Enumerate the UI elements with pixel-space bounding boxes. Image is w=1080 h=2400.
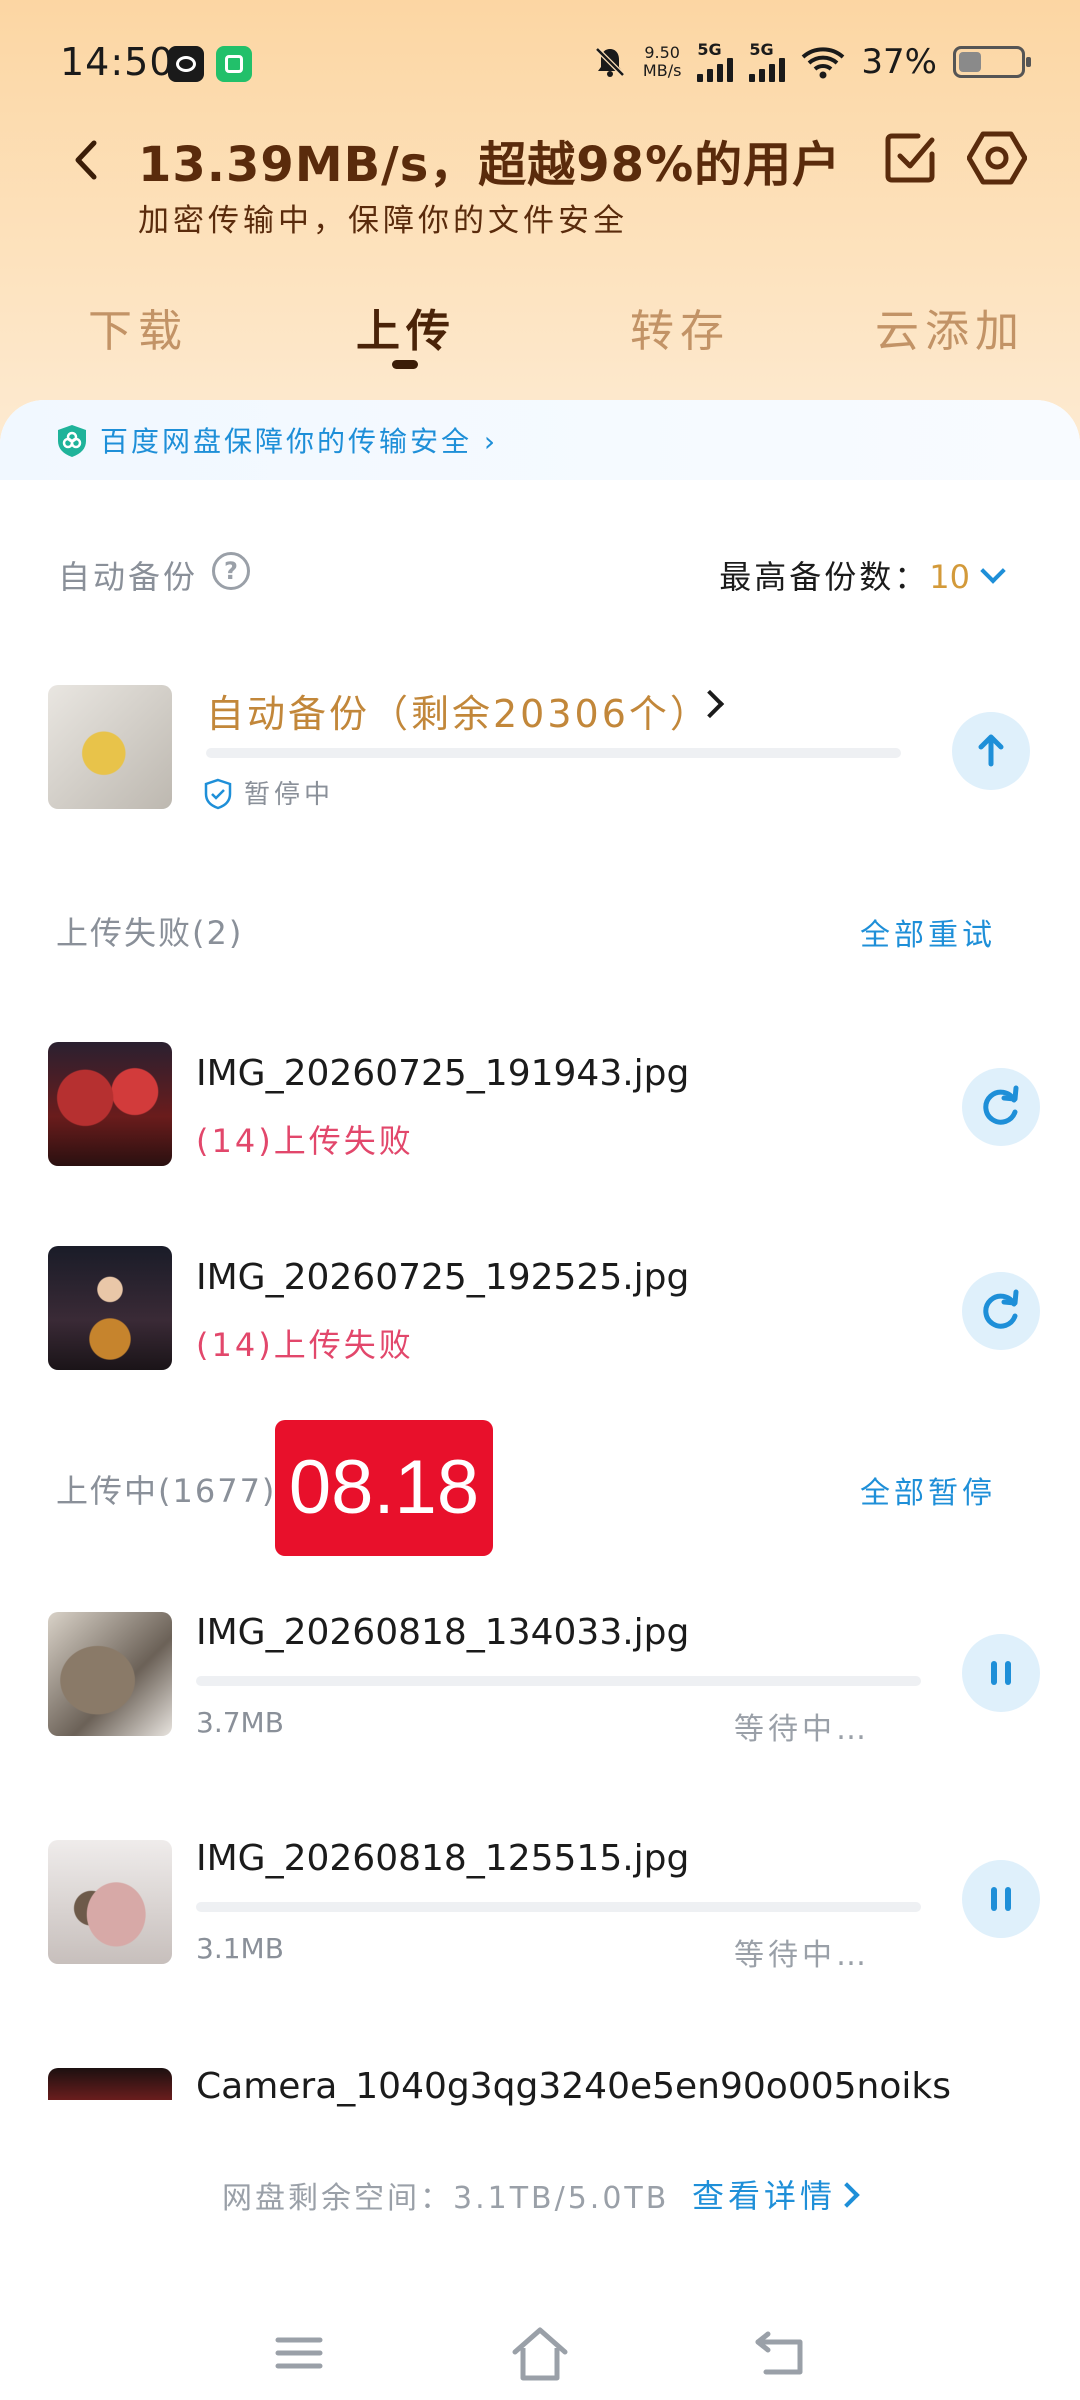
- pause-icon: [991, 1887, 1011, 1911]
- wifi-icon: [802, 47, 845, 79]
- auto-backup-progress: [206, 748, 901, 758]
- upload-failed-status: (14)上传失败: [196, 1122, 414, 1160]
- tab-upload[interactable]: 上传: [356, 295, 456, 359]
- menu-icon[interactable]: [264, 2318, 334, 2388]
- system-navigation-bar: [0, 2300, 1080, 2400]
- file-thumbnail: [48, 2068, 172, 2100]
- retry-icon: [983, 1289, 1019, 1329]
- app-notification-icon-2: [216, 46, 252, 82]
- security-shield-icon: [58, 425, 86, 457]
- battery-icon: [953, 46, 1031, 78]
- tab-download[interactable]: 下载: [88, 295, 188, 359]
- sim2-label: 5G: [749, 40, 774, 59]
- chevron-right-icon: ›: [483, 425, 499, 458]
- file-name: IMG_20260818_125515.jpg: [196, 1838, 690, 1879]
- signal-bars-icon: [749, 58, 786, 82]
- back-arrow-icon[interactable]: [70, 135, 100, 185]
- auto-backup-thumbnail: [48, 685, 172, 809]
- file-upload-progress: [196, 1676, 921, 1686]
- uploading-section-label: 上传中(1677): [56, 1472, 277, 1510]
- chevron-down-icon: [980, 558, 1006, 584]
- transfer-tabs: 下载 上传 转存 云添加: [0, 285, 1080, 385]
- pause-button[interactable]: [962, 1860, 1040, 1938]
- failed-section-label: 上传失败(2): [56, 914, 244, 952]
- pause-icon: [991, 1661, 1011, 1685]
- settings-gear-icon[interactable]: [967, 128, 1027, 188]
- home-icon[interactable]: [505, 2318, 575, 2388]
- battery-level-fill: [959, 52, 981, 72]
- network-speed: 9.50 MB/s: [643, 44, 682, 80]
- security-banner-label: 百度网盘保障你的传输安全: [100, 425, 473, 458]
- retry-all-button[interactable]: 全部重试: [860, 910, 996, 954]
- auto-backup-status: 暂停中: [244, 780, 335, 810]
- mute-bell-icon: [595, 47, 625, 77]
- help-question-icon[interactable]: ?: [212, 552, 250, 590]
- file-thumbnail: [48, 1246, 172, 1370]
- signal-bars-icon: [697, 58, 734, 82]
- file-size: 3.1MB: [196, 1932, 284, 1965]
- waiting-status: 等待中…: [734, 1938, 870, 1973]
- file-upload-progress: [196, 1902, 921, 1912]
- max-backup-label: 最高备份数：: [719, 558, 930, 596]
- retry-button[interactable]: [962, 1272, 1040, 1350]
- back-return-icon[interactable]: [746, 2318, 816, 2388]
- upload-arrow-button[interactable]: [952, 712, 1030, 790]
- file-name: Camera_1040g3qg3240e5en90o005noiks: [196, 2066, 951, 2107]
- sim1-label: 5G: [697, 40, 722, 59]
- file-name: IMG_20260818_134033.jpg: [196, 1612, 690, 1653]
- file-thumbnail: [48, 1840, 172, 1964]
- signal-sim1: 5G: [697, 40, 734, 82]
- shield-check-icon: [204, 778, 232, 810]
- status-indicators: 9.50 MB/s 5G 5G 37%: [593, 40, 1031, 84]
- file-size: 3.7MB: [196, 1706, 284, 1739]
- remaining-storage: 网盘剩余空间：3.1TB/5.0TB: [222, 2181, 670, 2216]
- view-details-link[interactable]: 查看详情: [692, 2171, 836, 2217]
- auto-backup-section-label: 自动备份: [58, 558, 199, 596]
- signal-sim2: 5G: [749, 40, 786, 82]
- network-speed-value: 9.50: [644, 43, 680, 62]
- multi-select-check-icon[interactable]: [880, 128, 940, 188]
- upload-arrow-icon: [978, 734, 1004, 767]
- status-time: 14:50: [60, 40, 175, 84]
- retry-icon: [983, 1085, 1019, 1125]
- status-bar: 14:50 9.50 MB/s 5G 5G 37%: [0, 0, 1080, 130]
- security-banner-text[interactable]: 百度网盘保障你的传输安全 ›: [100, 420, 498, 460]
- battery-percent: 37%: [861, 42, 937, 82]
- file-name: IMG_20260725_192525.jpg: [196, 1257, 690, 1298]
- network-speed-unit: MB/s: [642, 61, 682, 80]
- active-tab-indicator: [392, 360, 418, 369]
- tab-cloud-add[interactable]: 云添加: [875, 295, 1025, 359]
- tab-save-to-cloud[interactable]: 转存: [630, 295, 730, 359]
- waiting-status: 等待中…: [734, 1712, 870, 1747]
- upload-failed-status: (14)上传失败: [196, 1326, 414, 1364]
- file-thumbnail: [48, 1042, 172, 1166]
- file-thumbnail: [48, 1612, 172, 1736]
- auto-backup-row-title[interactable]: 自动备份（剩余20306个）: [206, 683, 711, 738]
- max-backup-value: 10: [929, 558, 970, 596]
- encryption-subtitle: 加密传输中，保障你的文件安全: [138, 203, 628, 239]
- date-badge: 08.18: [275, 1420, 493, 1556]
- pause-button[interactable]: [962, 1634, 1040, 1712]
- retry-button[interactable]: [962, 1068, 1040, 1146]
- transfer-speed-headline: 13.39MB/s，超越98%的用户: [138, 137, 842, 193]
- file-name: IMG_20260725_191943.jpg: [196, 1053, 690, 1094]
- pause-all-button[interactable]: 全部暂停: [860, 1468, 996, 1512]
- app-notification-icon: [168, 46, 204, 82]
- max-backup-selector[interactable]: 最高备份数：10: [719, 552, 1006, 598]
